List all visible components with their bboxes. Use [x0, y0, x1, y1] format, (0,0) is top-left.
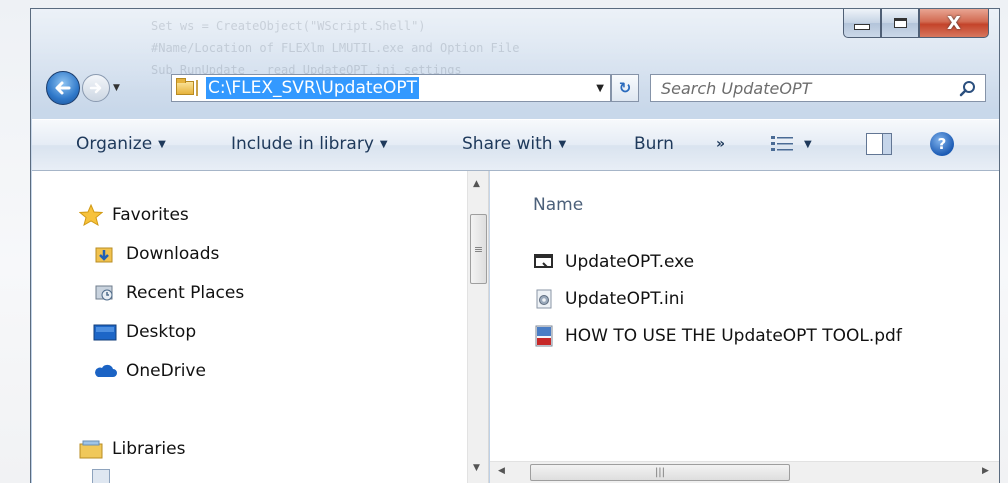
exe-icon — [533, 251, 555, 273]
change-view-icon[interactable] — [770, 134, 796, 154]
file-item[interactable]: HOW TO USE THE UpdateOPT TOOL.pdf — [533, 325, 902, 347]
nav-item-label: Desktop — [126, 322, 197, 342]
file-item[interactable]: UpdateOPT.exe — [533, 251, 694, 273]
nav-item-downloads[interactable]: Downloads — [92, 244, 219, 264]
nav-item-label: Libraries — [112, 439, 186, 459]
file-item[interactable]: UpdateOPT.ini — [533, 288, 684, 310]
pdf-icon — [533, 325, 555, 347]
file-name: HOW TO USE THE UpdateOPT TOOL.pdf — [565, 326, 902, 346]
search-icon[interactable] — [959, 80, 977, 98]
help-button[interactable]: ? — [930, 132, 954, 156]
chevron-down-icon: ▼ — [379, 139, 388, 150]
recent-pages-dropdown[interactable]: ▼ — [113, 83, 120, 93]
close-button[interactable]: X — [919, 9, 989, 38]
folder-icon — [176, 78, 194, 95]
more-commands-button[interactable]: » — [716, 136, 725, 152]
navigation-bar: ▼ C:\FLEX_SVR\UpdateOPT ▼ ↻ Search Updat… — [46, 71, 996, 105]
burn-label: Burn — [634, 134, 674, 154]
background-text-line: Set ws = CreateObject("WScript.Shell") — [151, 19, 426, 33]
file-list: Name UpdateOPT.exe UpdateOPT.ini HOW TO … — [490, 171, 999, 483]
recent-places-icon — [92, 283, 118, 303]
nav-item-desktop[interactable]: Desktop — [92, 322, 196, 342]
minimize-icon — [854, 24, 870, 30]
refresh-button[interactable]: ↻ — [611, 74, 639, 102]
column-header-name[interactable]: Name — [533, 195, 583, 215]
chevron-down-icon: ▼ — [558, 139, 567, 150]
include-in-library-button[interactable]: Include in library ▼ — [231, 134, 388, 154]
share-with-button[interactable]: Share with ▼ — [462, 134, 566, 154]
search-placeholder: Search UpdateOPT — [661, 79, 812, 98]
back-button[interactable] — [46, 71, 80, 105]
navigation-pane-scrollbar[interactable]: ▲ ≡ ▼ — [467, 171, 489, 483]
command-toolbar: Organize ▼ Include in library ▼ Share with… — [32, 119, 999, 171]
downloads-folder-icon — [92, 244, 118, 264]
address-dropdown-button[interactable]: ▼ — [596, 83, 604, 94]
close-icon: X — [947, 12, 961, 34]
scroll-left-arrow-icon[interactable]: ◀ — [498, 466, 505, 476]
maximize-icon — [893, 18, 907, 28]
forward-arrow-icon — [89, 82, 102, 94]
organize-label: Organize — [76, 134, 153, 154]
onedrive-icon — [92, 361, 118, 381]
nav-item-label: OneDrive — [126, 361, 206, 381]
search-box[interactable]: Search UpdateOPT — [650, 74, 986, 102]
nav-item-label: Recent Places — [126, 283, 245, 303]
nav-item-label: Favorites — [112, 205, 189, 225]
maximize-button[interactable] — [881, 9, 919, 38]
desktop-icon — [92, 322, 118, 342]
navigation-pane: Favorites Downloads Recent Places Deskto… — [32, 171, 467, 483]
caption-buttons: X — [843, 9, 989, 39]
file-list-horizontal-scrollbar[interactable]: ◀ ||| ▶ — [490, 461, 999, 483]
explorer-window: Set ws = CreateObject("WScript.Shell") #… — [30, 8, 1000, 483]
scroll-right-arrow-icon[interactable]: ▶ — [982, 466, 989, 476]
preview-pane-button[interactable] — [866, 133, 892, 155]
file-name: UpdateOPT.exe — [565, 252, 695, 272]
address-path[interactable]: C:\FLEX_SVR\UpdateOPT — [206, 77, 420, 99]
address-bar[interactable]: C:\FLEX_SVR\UpdateOPT ▼ — [171, 74, 611, 102]
refresh-icon: ↻ — [618, 79, 632, 97]
ini-settings-icon — [533, 288, 555, 310]
nav-item-label: Downloads — [126, 244, 220, 264]
back-arrow-icon — [55, 81, 71, 95]
scroll-up-arrow-icon[interactable]: ▲ — [473, 179, 480, 189]
nav-item-onedrive[interactable]: OneDrive — [92, 361, 206, 381]
scroll-down-arrow-icon[interactable]: ▼ — [473, 463, 480, 473]
library-item-icon — [92, 469, 110, 483]
forward-button[interactable] — [82, 74, 110, 102]
address-separator — [196, 80, 198, 96]
scrollbar-thumb[interactable]: ||| — [530, 464, 790, 481]
nav-item-recent-places[interactable]: Recent Places — [92, 283, 244, 303]
nav-libraries[interactable]: Libraries — [78, 439, 185, 459]
libraries-icon — [78, 439, 104, 459]
view-options-dropdown-icon[interactable]: ▼ — [804, 139, 812, 150]
organize-button[interactable]: Organize ▼ — [76, 134, 166, 154]
star-icon — [78, 204, 104, 226]
background-text-line: #Name/Location of FLEXlm LMUTIL.exe and … — [151, 41, 520, 55]
include-in-library-label: Include in library — [231, 134, 374, 154]
scrollbar-thumb[interactable]: ≡ — [470, 214, 487, 284]
chevron-down-icon: ▼ — [158, 139, 166, 150]
file-name: UpdateOPT.ini — [565, 289, 685, 309]
nav-favorites[interactable]: Favorites — [78, 204, 189, 226]
share-with-label: Share with — [462, 134, 553, 154]
minimize-button[interactable] — [843, 9, 881, 38]
burn-button[interactable]: Burn — [634, 134, 674, 154]
